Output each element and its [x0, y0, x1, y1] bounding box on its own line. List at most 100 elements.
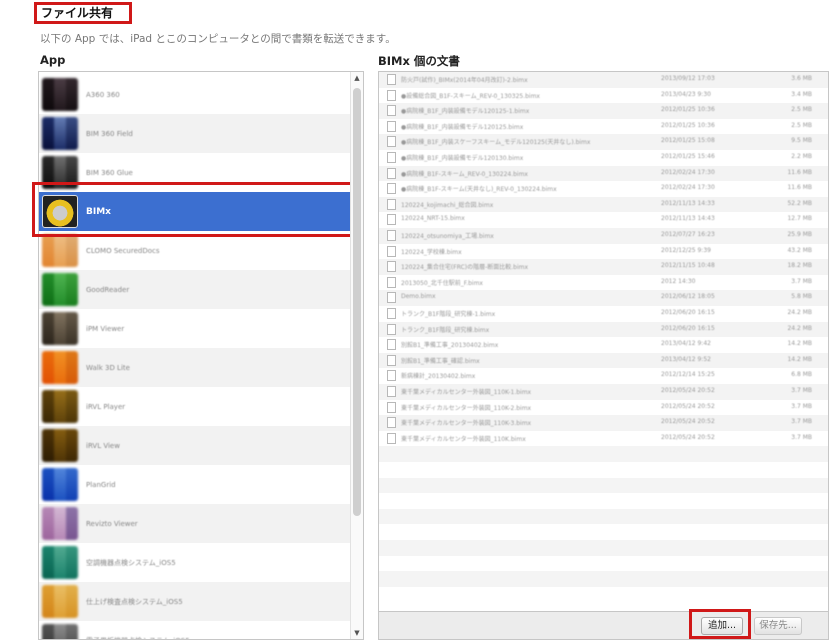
document-size: 3.7 MB	[791, 418, 812, 426]
document-size: 24.2 MB	[787, 324, 812, 332]
document-date: 2012/01/25 15:08	[661, 137, 715, 145]
document-row[interactable]: ●病院棟_B1F_内装スケーフスキーム_モデル120125(天井なし).bimx…	[379, 134, 828, 150]
app-name: GoodReader	[86, 285, 130, 294]
app-icon	[42, 507, 78, 540]
app-item[interactable]: 仕上げ検査点検システム_iOS5	[39, 582, 351, 621]
document-file-icon	[387, 370, 396, 382]
app-item[interactable]: BIM 360 Field	[39, 114, 351, 153]
document-size: 14.2 MB	[787, 355, 812, 363]
document-file-icon	[387, 136, 396, 148]
app-list-scrollbar[interactable]: ▲ ▼	[350, 72, 363, 639]
document-row[interactable]: 防火戸(試作)_BIMx(2014年04月改訂)-2.bimx 2013/09/1…	[379, 72, 828, 88]
app-item[interactable]: iPM Viewer	[39, 309, 351, 348]
document-date: 2012/02/24 17:30	[661, 184, 715, 192]
document-row[interactable]: ●病院棟_B1F-スキーム_REV-0_130224.bimx 2012/02/2…	[379, 165, 828, 182]
document-size: 2.5 MB	[791, 106, 812, 114]
document-row[interactable]: 東千葉メディカルセンター外装図_110K-1.bimx 2012/05/24 20…	[379, 384, 828, 400]
document-row[interactable]: ●病院棟_B1F-スキーム(天井なし)_REV-0_130224.bimx 201…	[379, 181, 828, 197]
document-name: 120224_学校棟.bimx	[401, 248, 462, 256]
document-row[interactable]: ●病院棟_B1F_内装設備モデル120125.bimx 2012/01/25 10…	[379, 119, 828, 135]
app-item[interactable]: 空調機器点検システム_iOS5	[39, 543, 351, 582]
document-size: 3.7 MB	[791, 433, 812, 441]
app-name: iRVL View	[86, 441, 120, 450]
app-icon	[42, 390, 78, 423]
document-row[interactable]: 2013050_北千住駅前_F.bimx 2012 14:30 3.7 MB	[379, 275, 828, 291]
app-icon	[42, 624, 78, 639]
document-file-icon	[387, 308, 396, 319]
app-icon	[42, 429, 78, 462]
app-column-header: App	[40, 53, 66, 67]
document-file-icon	[387, 230, 396, 241]
empty-row	[379, 540, 828, 556]
app-icon	[42, 468, 78, 501]
document-date: 2012/12/25 9:39	[661, 246, 711, 254]
empty-row	[379, 524, 828, 540]
document-size: 11.6 MB	[787, 184, 812, 192]
scroll-up-arrow-icon[interactable]: ▲	[351, 72, 363, 84]
documents-column-header: BIMx 個の文書	[378, 54, 460, 68]
document-file-icon	[387, 198, 396, 210]
document-name: ●病院棟_B1F_内装設備モデル120130.bimx	[401, 155, 524, 162]
app-item[interactable]: iRVL View	[39, 426, 351, 465]
document-row[interactable]: トランク_B1F階段_研究棟-1.bimx 2012/06/20 16:15 24.…	[379, 306, 828, 322]
document-size: 43.2 MB	[787, 246, 812, 254]
document-file-icon	[387, 401, 396, 413]
app-list[interactable]: A360 360 BIM 360 Field BIM 360 Glue BIMx CLO…	[38, 71, 364, 640]
document-date: 2012/11/13 14:33	[661, 199, 715, 207]
document-row[interactable]: 東千葉メディカルセンター外装図_110K-2.bimx 2012/05/24 20…	[379, 400, 828, 416]
document-row[interactable]: ●設備総合図_B1F-スキーム_REV-0_130325.bimx 2013/04…	[379, 88, 828, 104]
document-date: 2012/07/27 16:23	[661, 231, 715, 238]
document-row[interactable]: 東千葉メディカルセンター外装図_110K.bimx 2012/05/24 20:5…	[379, 431, 828, 447]
document-size: 18.2 MB	[787, 262, 812, 270]
document-name: 120224_kojimachi_総合図.bimx	[401, 201, 494, 209]
document-date: 2012/05/24 20:52	[661, 387, 715, 394]
document-size: 2.2 MB	[791, 153, 812, 160]
app-item[interactable]: A360 360	[39, 75, 351, 114]
scroll-thumb[interactable]	[353, 88, 361, 516]
app-item[interactable]: PlanGrid	[39, 465, 351, 504]
save-to-button[interactable]: 保存先...	[754, 617, 802, 635]
document-size: 2.5 MB	[791, 121, 812, 129]
empty-row	[379, 587, 828, 603]
document-row[interactable]: 120224_kojimachi_総合図.bimx 2012/11/13 14:3…	[379, 196, 828, 213]
document-date: 2012/06/12 18:05	[661, 293, 715, 301]
scroll-down-arrow-icon[interactable]: ▼	[351, 627, 363, 639]
document-date: 2012/02/24 17:30	[661, 168, 715, 176]
app-item[interactable]: Walk 3D Lite	[39, 348, 351, 387]
document-file-icon	[387, 74, 396, 85]
document-row[interactable]: ●病院棟_B1F_内装設備モデル120125-1.bimx 2012/01/25 …	[379, 103, 828, 119]
document-name: ●病院棟_B1F_内装設備モデル120125-1.bimx	[401, 108, 530, 116]
document-size: 52.2 MB	[787, 199, 812, 207]
section-title: ファイル共有	[34, 2, 132, 24]
app-item[interactable]: Revizto Viewer	[39, 504, 351, 543]
document-row[interactable]: 別館B1_準備工事_20130402.bimx 2013/04/12 9:42 14…	[379, 337, 828, 353]
app-item[interactable]: iRVL Player	[39, 387, 351, 426]
document-list[interactable]: 防火戸(試作)_BIMx(2014年04月改訂)-2.bimx 2013/09/1…	[378, 71, 829, 612]
document-row[interactable]: 120224_学校棟.bimx 2012/12/25 9:39 43.2 MB	[379, 244, 828, 260]
document-row[interactable]: ●病院棟_B1F_内装設備モデル120130.bimx 2012/01/25 15…	[379, 150, 828, 166]
document-name: 新病棟計_20130402.bimx	[401, 373, 476, 381]
document-row[interactable]: 新病棟計_20130402.bimx 2012/12/14 15:25 6.8 MB	[379, 368, 828, 384]
document-name: ●病院棟_B1F-スキーム(天井なし)_REV-0_130224.bimx	[401, 186, 557, 194]
document-date: 2012/01/25 10:36	[661, 121, 715, 129]
document-date: 2013/09/12 17:03	[661, 75, 715, 82]
document-row[interactable]: 120224_otsunomiya_工場.bimx 2012/07/27 16:2…	[379, 228, 828, 244]
document-row[interactable]: 東千葉メディカルセンター外装図_110K-3.bimx 2012/05/24 20…	[379, 415, 828, 431]
document-row[interactable]: トランク_B1F階段_研究棟.bimx 2012/06/20 16:15 24.2 …	[379, 321, 828, 338]
document-size: 3.4 MB	[791, 90, 812, 98]
app-name: PlanGrid	[86, 480, 116, 489]
empty-row	[379, 462, 828, 478]
app-item[interactable]: 電子黒板機器点検システム_iOS5	[39, 621, 351, 639]
document-row[interactable]: 別館B1_準備工事_確認.bimx 2013/04/12 9:52 14.2 MB	[379, 352, 828, 369]
document-row[interactable]: 120224_NRT-15.bimx 2012/11/13 14:43 12.7 M…	[379, 212, 828, 228]
document-file-icon	[387, 339, 396, 351]
app-name: iPM Viewer	[86, 324, 125, 333]
app-item[interactable]: GoodReader	[39, 270, 351, 309]
add-button[interactable]: 追加...	[701, 617, 743, 635]
document-name: 120224_集合住宅(FRC)の階層-断面比較.bimx	[401, 264, 529, 272]
document-file-icon	[387, 276, 396, 288]
document-row[interactable]: 120224_集合住宅(FRC)の階層-断面比較.bimx 2012/11/15 …	[379, 259, 828, 275]
selected-app-highlight-frame	[32, 182, 360, 237]
document-row[interactable]: Demo.bimx 2012/06/12 18:05 5.8 MB	[379, 290, 828, 306]
app-name: 仕上げ検査点検システム_iOS5	[86, 597, 183, 606]
